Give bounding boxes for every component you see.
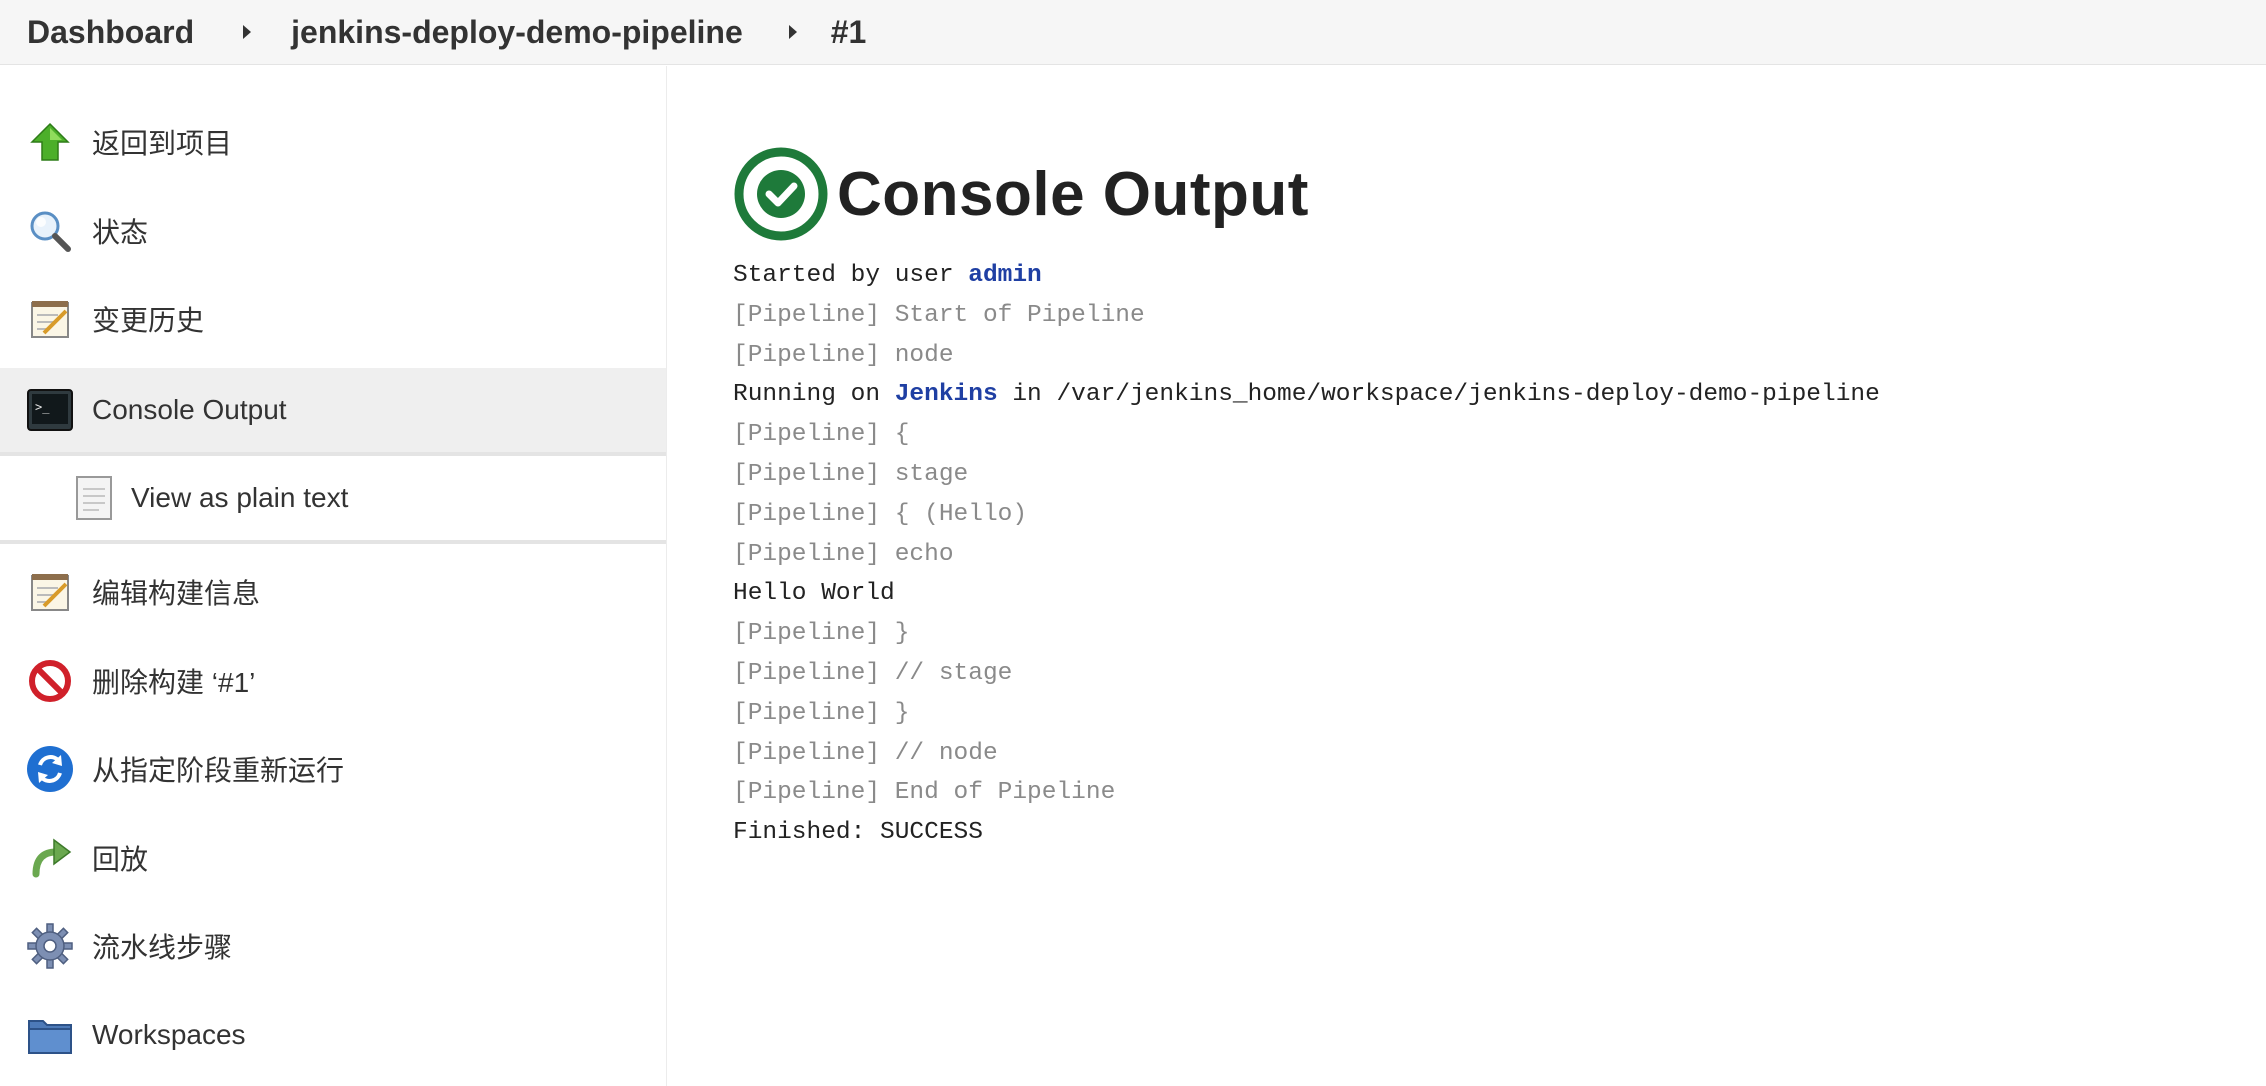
console-text: Running on: [733, 381, 895, 409]
console-line: Hello World: [733, 574, 1880, 614]
pipeline-tag: [Pipeline]: [733, 699, 881, 727]
console-line: [Pipeline] End of Pipeline: [733, 773, 1880, 813]
pipeline-tag: [Pipeline]: [733, 739, 881, 767]
breadcrumb-dashboard[interactable]: Dashboard: [27, 14, 194, 51]
page-heading: Console Output: [733, 146, 1309, 242]
console-line: [Pipeline] stage: [733, 455, 1880, 495]
pipeline-tag: [Pipeline]: [733, 500, 881, 528]
task-label: View as plain text: [131, 482, 349, 513]
task-label: Workspaces: [92, 1019, 246, 1050]
task-label: Console Output: [92, 394, 287, 425]
pipeline-tag: [Pipeline]: [733, 540, 881, 568]
console-text: // node: [880, 739, 998, 767]
task-delete-build[interactable]: 删除构建 ‘#1’: [0, 641, 666, 721]
task-label: 变更历史: [92, 305, 205, 336]
task-edit-build-info[interactable]: 编辑构建信息: [0, 552, 666, 632]
task-label: 流水线步骤: [92, 932, 233, 963]
main-panel: Console Output Started by user admin [Pip…: [667, 66, 2266, 1086]
console-text: }: [880, 620, 910, 648]
task-label: 状态: [92, 217, 149, 248]
console-text: // stage: [880, 659, 1013, 687]
console-text: Finished: SUCCESS: [733, 819, 983, 847]
pipeline-tag: [Pipeline]: [733, 779, 881, 807]
task-label: 删除构建 ‘#1’: [92, 667, 256, 698]
task-pipeline-steps[interactable]: 流水线步骤: [0, 906, 666, 986]
console-line: Finished: SUCCESS: [733, 813, 1880, 853]
pipeline-tag: [Pipeline]: [733, 659, 881, 687]
console-text: }: [880, 699, 910, 727]
success-check-icon: [733, 146, 829, 242]
up-arrow-icon: [26, 118, 74, 166]
breadcrumb: Dashboard jenkins-deploy-demo-pipeline #…: [0, 0, 2266, 65]
console-text: node: [880, 341, 954, 369]
console-text: in /var/jenkins_home/workspace/jenkins-d…: [997, 381, 1880, 409]
console-line: [Pipeline] node: [733, 336, 1880, 376]
console-line: Running on Jenkins in /var/jenkins_home/…: [733, 375, 1880, 415]
console-text: stage: [880, 460, 969, 488]
console-text: {: [880, 421, 910, 449]
console-text: echo: [880, 540, 954, 568]
node-link[interactable]: Jenkins: [895, 381, 998, 408]
task-replay[interactable]: 回放: [0, 818, 666, 898]
console-line: [Pipeline] {: [733, 415, 1880, 455]
pipeline-tag: [Pipeline]: [733, 341, 881, 369]
console-line: [Pipeline] { (Hello): [733, 495, 1880, 535]
task-label: 返回到项目: [92, 128, 233, 159]
user-link[interactable]: admin: [968, 262, 1042, 289]
console-text: End of Pipeline: [880, 779, 1116, 807]
breadcrumb-job[interactable]: jenkins-deploy-demo-pipeline: [291, 14, 743, 51]
pipeline-tag: [Pipeline]: [733, 421, 881, 449]
task-label: 回放: [92, 844, 149, 875]
task-workspaces[interactable]: Workspaces: [0, 995, 666, 1075]
no-entry-icon: [26, 657, 74, 705]
magnifier-icon: [26, 207, 74, 255]
pipeline-tag: [Pipeline]: [733, 460, 881, 488]
console-line: [Pipeline] }: [733, 614, 1880, 654]
console-line: [Pipeline] Start of Pipeline: [733, 296, 1880, 336]
breadcrumb-build[interactable]: #1: [831, 14, 867, 51]
chevron-right-icon[interactable]: [788, 25, 797, 39]
notepad-icon: [26, 568, 74, 616]
task-label: 编辑构建信息: [92, 578, 261, 609]
document-icon: [70, 474, 118, 522]
console-line: [Pipeline] echo: [733, 535, 1880, 575]
task-changes[interactable]: 变更历史: [0, 279, 666, 359]
task-back-to-project[interactable]: 返回到项目: [0, 102, 666, 182]
console-text: Hello World: [733, 580, 895, 608]
side-panel: 返回到项目 状态 变更历史 >_ Console Output View as …: [0, 66, 667, 1086]
console-text: { (Hello): [880, 500, 1028, 528]
console-text: Start of Pipeline: [880, 301, 1145, 329]
task-restart-from-stage[interactable]: 从指定阶段重新运行: [0, 729, 666, 809]
task-status[interactable]: 状态: [0, 191, 666, 271]
terminal-icon: >_: [26, 386, 74, 434]
console-output: Started by user admin [Pipeline] Start of…: [733, 256, 1880, 853]
pipeline-tag: [Pipeline]: [733, 301, 881, 329]
console-line: [Pipeline] }: [733, 694, 1880, 734]
svg-text:>_: >_: [35, 400, 50, 414]
page-title: Console Output: [837, 159, 1309, 229]
folder-icon: [26, 1011, 74, 1059]
replay-arrow-icon: [26, 834, 74, 882]
console-line: [Pipeline] // stage: [733, 654, 1880, 694]
gear-icon: [26, 922, 74, 970]
task-label: 从指定阶段重新运行: [92, 755, 345, 786]
notepad-icon: [26, 295, 74, 343]
refresh-icon: [26, 745, 74, 793]
console-text: Started by user: [733, 262, 969, 289]
chevron-right-icon[interactable]: [243, 25, 252, 39]
console-line: Started by user admin: [733, 256, 1880, 296]
pipeline-tag: [Pipeline]: [733, 620, 881, 648]
console-line: [Pipeline] // node: [733, 734, 1880, 774]
task-console-output[interactable]: >_ Console Output: [0, 368, 666, 456]
task-view-plain-text[interactable]: View as plain text: [0, 456, 666, 544]
